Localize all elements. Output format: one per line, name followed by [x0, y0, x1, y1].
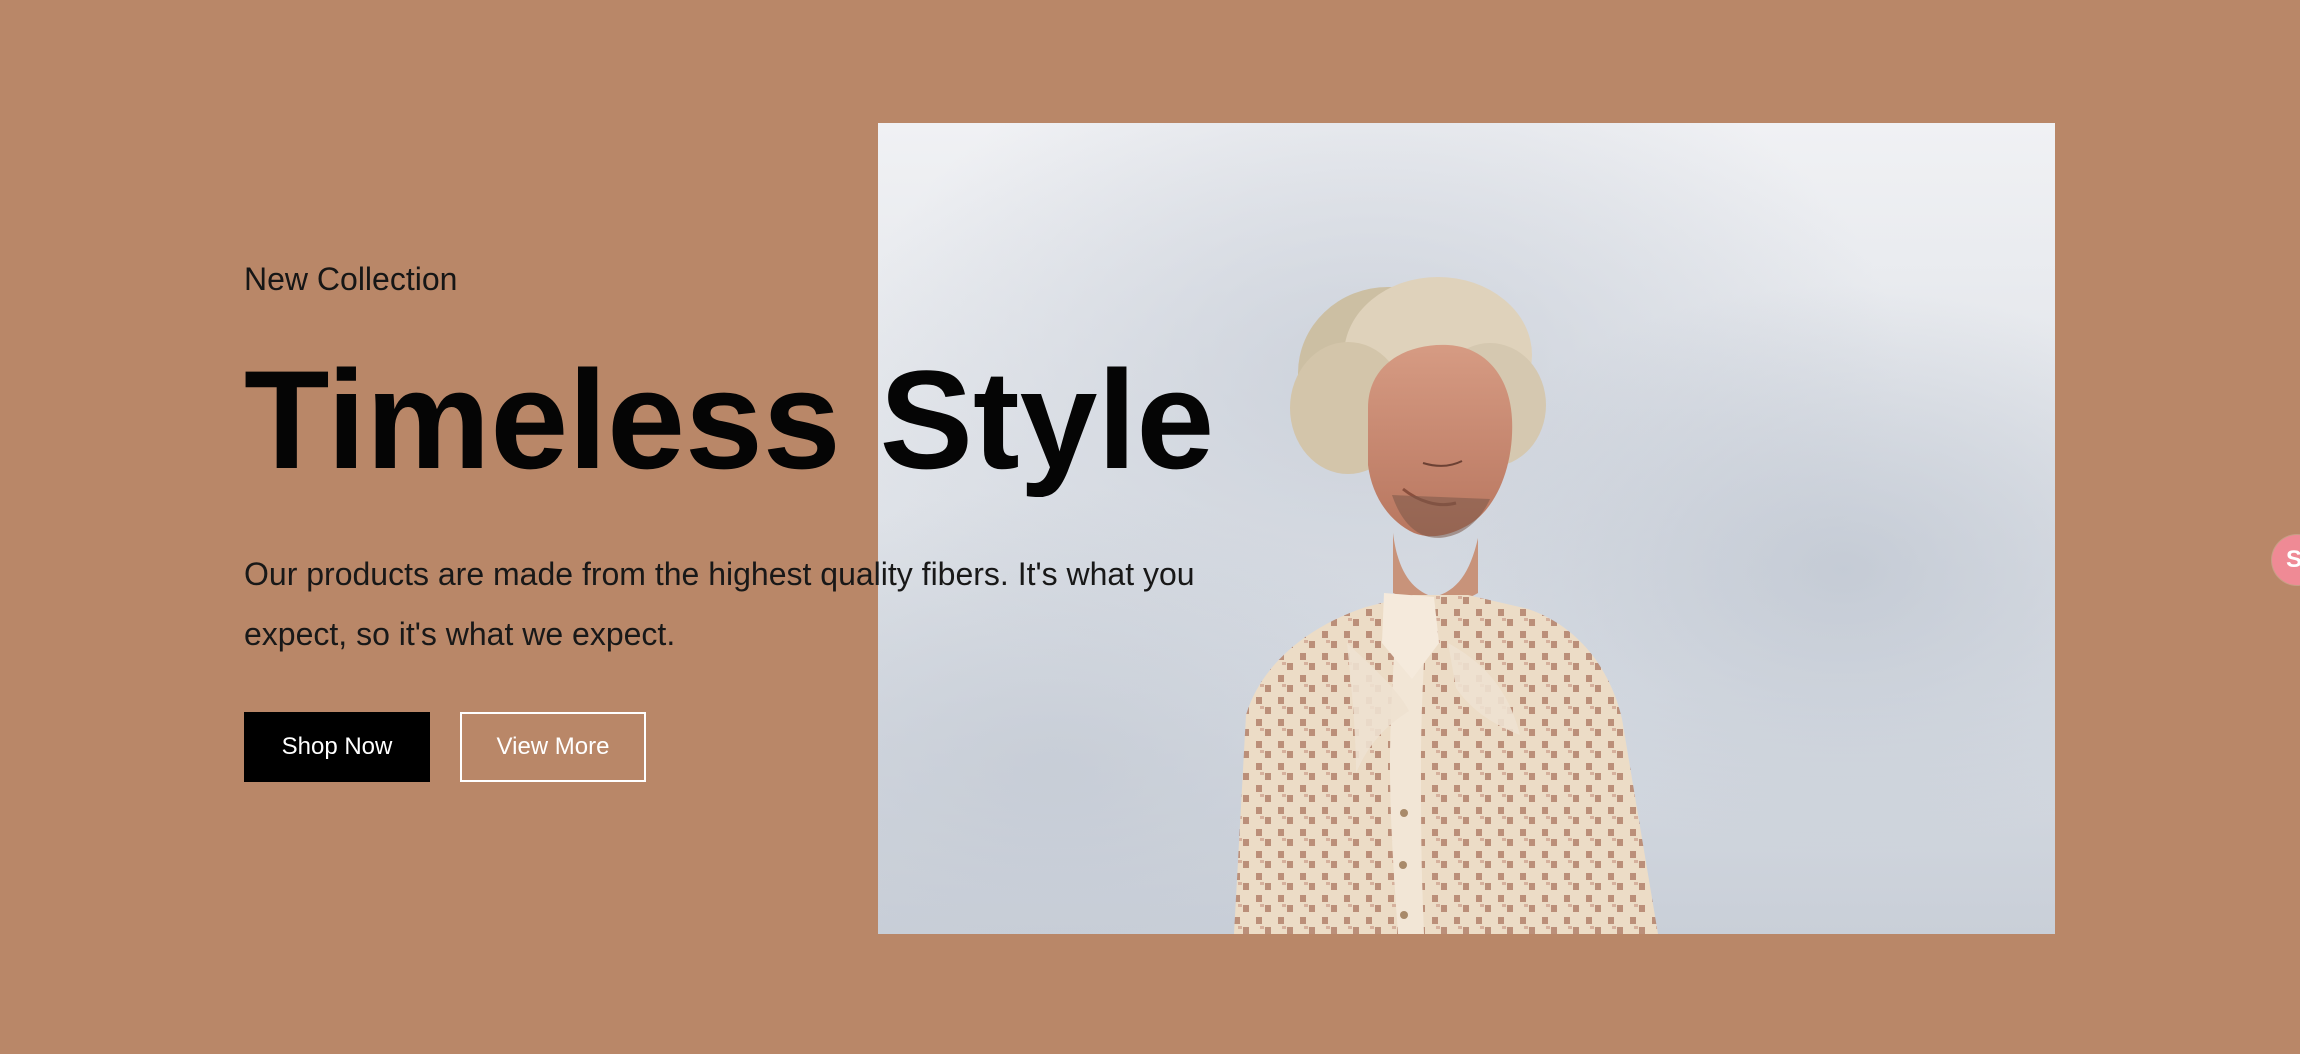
hero-headline: Timeless Style: [244, 341, 1215, 499]
hero-actions: Shop Now View More: [244, 712, 1244, 783]
hero-description: Our products are made from the highest q…: [244, 556, 1195, 653]
hero-copy: New Collection Timeless Style Our produc…: [244, 260, 1244, 783]
view-more-button[interactable]: View More: [460, 712, 646, 783]
hero-section: New Collection Timeless Style Our produc…: [0, 0, 2300, 1054]
shop-now-button[interactable]: Shop Now: [244, 712, 430, 783]
side-badge-button[interactable]: S: [2272, 535, 2300, 585]
hero-eyebrow: New Collection: [244, 261, 458, 297]
